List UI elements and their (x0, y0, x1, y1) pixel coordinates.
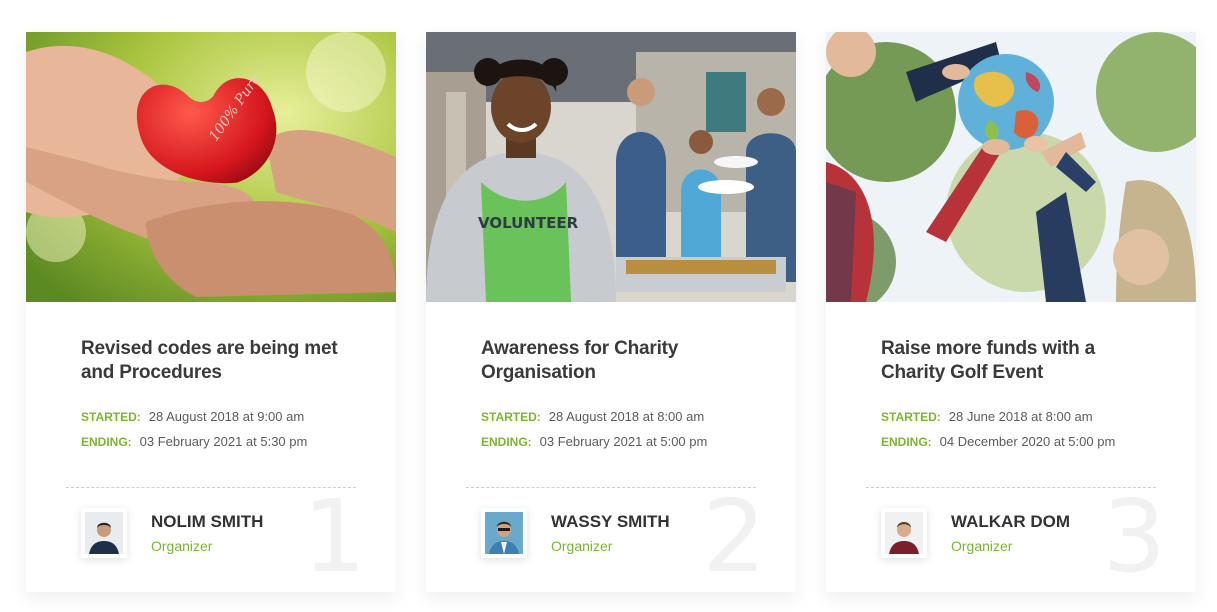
event-card[interactable]: 100% Pure Revised codes are being met an… (26, 32, 396, 592)
card-number: 3 (1102, 478, 1166, 595)
event-start: STARTED: 28 August 2018 at 8:00 am (481, 409, 704, 424)
volunteer-food-service-photo-icon: VOLUNTEER (426, 32, 796, 302)
event-image-volunteer[interactable]: VOLUNTEER (426, 32, 796, 302)
organizer-avatar (881, 508, 927, 558)
ending-label: ENDING: (881, 435, 932, 449)
event-title[interactable]: Awareness for Charity Organisation (481, 337, 741, 385)
ending-value: 04 December 2020 at 5:00 pm (939, 434, 1116, 449)
event-title[interactable]: Raise more funds with a Charity Golf Eve… (881, 337, 1141, 385)
started-label: STARTED: (881, 410, 941, 424)
organizer-name[interactable]: NOLIM SMITH (151, 512, 263, 532)
started-label: STARTED: (481, 410, 541, 424)
card-number: 1 (302, 478, 366, 595)
started-value: 28 June 2018 at 8:00 am (948, 409, 1093, 424)
heart-in-hands-photo-icon: 100% Pure (26, 32, 396, 302)
organizer-name[interactable]: WASSY SMITH (551, 512, 670, 532)
organizer-role: Organizer (551, 538, 613, 554)
event-image-globe[interactable] (826, 32, 1196, 302)
event-card[interactable]: VOLUNTEER Awareness for Charity Organisa… (426, 32, 796, 592)
started-label: STARTED: (81, 410, 141, 424)
ending-value: 03 February 2021 at 5:00 pm (539, 434, 708, 449)
started-value: 28 August 2018 at 8:00 am (548, 409, 705, 424)
started-value: 28 August 2018 at 9:00 am (148, 409, 305, 424)
card-number: 2 (702, 478, 766, 595)
event-end: ENDING: 04 December 2020 at 5:00 pm (881, 434, 1115, 449)
person-avatar-icon (485, 512, 523, 554)
organizer-avatar (481, 508, 527, 558)
event-title[interactable]: Revised codes are being met and Procedur… (81, 337, 341, 385)
svg-text:VOLUNTEER: VOLUNTEER (478, 214, 579, 232)
organizer-role: Organizer (951, 538, 1013, 554)
person-avatar-icon (85, 512, 123, 554)
hands-holding-globe-photo-icon (826, 32, 1196, 302)
ending-label: ENDING: (481, 435, 532, 449)
event-start: STARTED: 28 June 2018 at 8:00 am (881, 409, 1093, 424)
person-avatar-icon (885, 512, 923, 554)
ending-label: ENDING: (81, 435, 132, 449)
organizer-avatar (81, 508, 127, 558)
ending-value: 03 February 2021 at 5:30 pm (139, 434, 308, 449)
event-image-heart[interactable]: 100% Pure (26, 32, 396, 302)
organizer-name[interactable]: WALKAR DOM (951, 512, 1070, 532)
event-end: ENDING: 03 February 2021 at 5:30 pm (81, 434, 307, 449)
event-end: ENDING: 03 February 2021 at 5:00 pm (481, 434, 707, 449)
event-card[interactable]: Raise more funds with a Charity Golf Eve… (826, 32, 1196, 592)
organizer-role: Organizer (151, 538, 213, 554)
event-cards: 100% Pure Revised codes are being met an… (26, 32, 1196, 592)
event-start: STARTED: 28 August 2018 at 9:00 am (81, 409, 304, 424)
